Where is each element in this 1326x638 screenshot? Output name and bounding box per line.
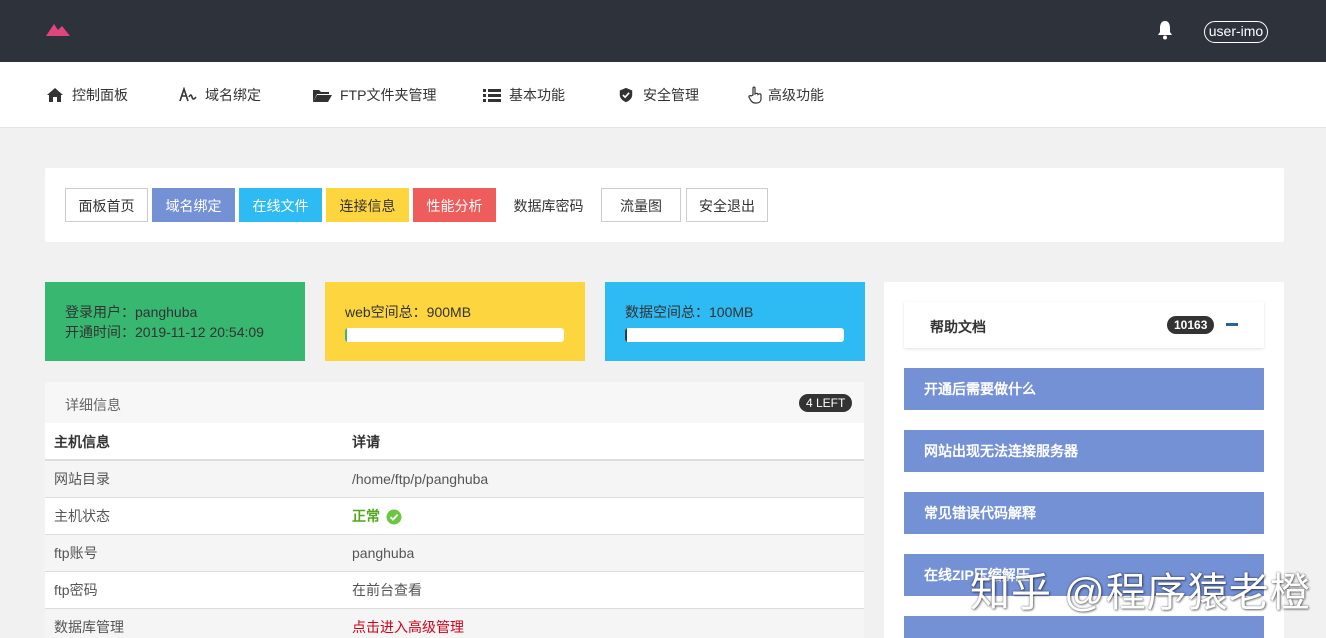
nav-label: FTP文件夹管理 <box>340 87 437 103</box>
table-row: ftp账号 panghuba <box>45 535 864 572</box>
help-count-badge: 10163 <box>1167 316 1215 334</box>
db-space-label: 数据空间总：100MB <box>625 304 754 320</box>
help-item[interactable] <box>904 616 1264 638</box>
connection-info-button[interactable]: 连接信息 <box>326 188 409 222</box>
traffic-chart-button[interactable]: 流量图 <box>601 188 681 222</box>
login-user-text: 登录用户：panghuba <box>65 304 198 320</box>
domain-bind-button[interactable]: 域名绑定 <box>152 188 235 222</box>
table-row: 数据库管理 点击进入高级管理 <box>45 609 864 638</box>
table-row: 主机状态 正常 <box>45 498 864 535</box>
nav-item-advanced[interactable]: 高级功能 <box>748 62 824 128</box>
column-header-detail: 详请 <box>352 434 380 450</box>
row-value: 在前台查看 <box>352 582 422 598</box>
help-item[interactable]: 开通后需要做什么 <box>904 368 1264 410</box>
list-icon <box>483 89 501 102</box>
logo-icon[interactable] <box>46 22 70 38</box>
help-item[interactable]: 常见错误代码解释 <box>904 492 1264 534</box>
login-info-card: 登录用户：panghuba 开通时间：2019-11-12 20:54:09 <box>45 282 305 361</box>
column-header-host: 主机信息 <box>54 434 110 450</box>
row-key: 网站目录 <box>54 471 110 487</box>
row-key: 主机状态 <box>54 508 110 524</box>
nav-label: 高级功能 <box>768 87 824 103</box>
status-text: 正常 <box>352 508 380 524</box>
hand-pointer-icon <box>748 86 762 104</box>
db-space-progress-fill <box>625 328 628 342</box>
web-space-progress-fill <box>345 328 348 342</box>
online-files-button[interactable]: 在线文件 <box>239 188 322 222</box>
db-space-progress <box>625 328 844 342</box>
logout-button[interactable]: 安全退出 <box>686 188 768 222</box>
details-panel: 详细信息 4 LEFT 主机信息 详请 网站目录 /home/ftp/p/pan… <box>45 382 864 638</box>
row-value: /home/ftp/p/panghuba <box>352 471 489 487</box>
row-key: ftp账号 <box>54 545 98 561</box>
help-item[interactable]: 网站出现无法连接服务器 <box>904 430 1264 472</box>
nav-item-dashboard[interactable]: 控制面板 <box>46 62 128 128</box>
table-row: 网站目录 /home/ftp/p/panghuba <box>45 461 864 498</box>
check-circle-icon <box>386 509 402 524</box>
nav-item-domain[interactable]: 域名绑定 <box>179 62 261 128</box>
opened-time-text: 开通时间：2019-11-12 20:54:09 <box>65 324 264 340</box>
bell-icon[interactable] <box>1156 20 1174 40</box>
home-icon <box>47 88 63 102</box>
nav-item-security[interactable]: 安全管理 <box>617 62 699 128</box>
advanced-manage-link[interactable]: 点击进入高级管理 <box>352 609 464 638</box>
performance-button[interactable]: 性能分析 <box>413 188 496 222</box>
watermark: 知乎 @程序猿老橙 <box>970 571 1311 615</box>
web-space-card: web空间总：900MB <box>325 282 585 361</box>
db-space-card: 数据空间总：100MB <box>605 282 865 361</box>
table-header: 主机信息 详请 <box>45 423 864 461</box>
collapse-icon[interactable] <box>1226 323 1238 326</box>
signature-icon <box>179 87 197 102</box>
web-space-label: web空间总：900MB <box>345 304 472 320</box>
panel-home-button[interactable]: 面板首页 <box>65 188 148 222</box>
nav-item-basic[interactable]: 基本功能 <box>483 62 565 128</box>
nav-label: 安全管理 <box>643 87 699 103</box>
details-header: 详细信息 4 LEFT <box>45 382 864 423</box>
db-password-button[interactable]: 数据库密码 <box>500 188 597 222</box>
row-value: panghuba <box>352 545 415 561</box>
row-value-status: 正常 <box>352 498 402 535</box>
top-bar: user-imo <box>0 0 1326 62</box>
row-key: ftp密码 <box>54 582 98 598</box>
help-header[interactable]: 帮助文档 10163 <box>904 302 1264 348</box>
help-title: 帮助文档 <box>930 319 986 335</box>
nav-label: 域名绑定 <box>205 87 261 103</box>
quick-actions-panel: 面板首页 域名绑定 在线文件 连接信息 性能分析 数据库密码 流量图 安全退出 <box>45 168 1284 242</box>
main-nav: 控制面板 域名绑定 FTP文件夹管理 基本功能 安全管理 高级功能 <box>0 62 1326 128</box>
shield-icon <box>619 87 633 103</box>
row-key: 数据库管理 <box>54 619 124 635</box>
left-count-badge: 4 LEFT <box>799 394 853 412</box>
folder-open-icon <box>313 90 332 102</box>
nav-item-ftp[interactable]: FTP文件夹管理 <box>312 62 436 128</box>
nav-label: 控制面板 <box>72 87 128 103</box>
web-space-progress <box>345 328 564 342</box>
table-row: ftp密码 在前台查看 <box>45 572 864 609</box>
nav-label: 基本功能 <box>509 87 565 103</box>
details-title: 详细信息 <box>65 397 121 413</box>
user-menu[interactable]: user-imo <box>1204 21 1268 43</box>
